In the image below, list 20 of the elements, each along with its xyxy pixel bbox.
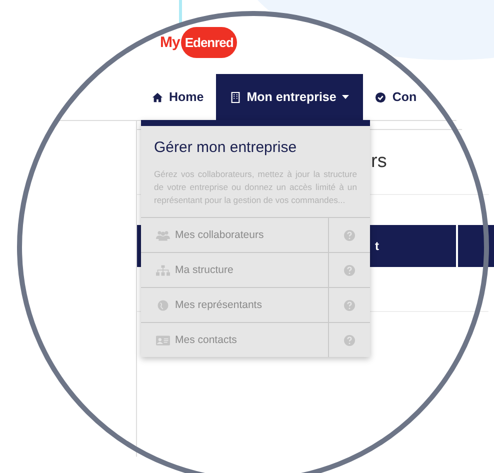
logo-badge: Edenred [180,26,238,58]
hierarchy-icon [156,264,170,276]
building-icon [230,92,241,102]
logo-text: My [160,34,180,50]
help-icon [344,264,355,276]
home-icon [152,92,163,102]
nav-tab[interactable]: Con [363,74,429,120]
page-heading: rs [371,151,387,173]
help-icon [344,334,355,346]
help-icon [344,300,355,310]
people-icon [156,230,170,240]
menu-item[interactable]: Mes représentants [141,288,328,322]
menu-title: Gérer mon entreprise [153,138,298,156]
nav-tab[interactable]: Home [140,74,216,120]
menu-item[interactable]: Mes contacts [141,323,328,357]
id-card-icon [156,334,170,346]
help-icon [344,230,355,240]
globe-icon [156,300,170,310]
check-circle-icon [375,92,386,102]
nav-tab[interactable]: Mon entreprise [216,74,364,120]
